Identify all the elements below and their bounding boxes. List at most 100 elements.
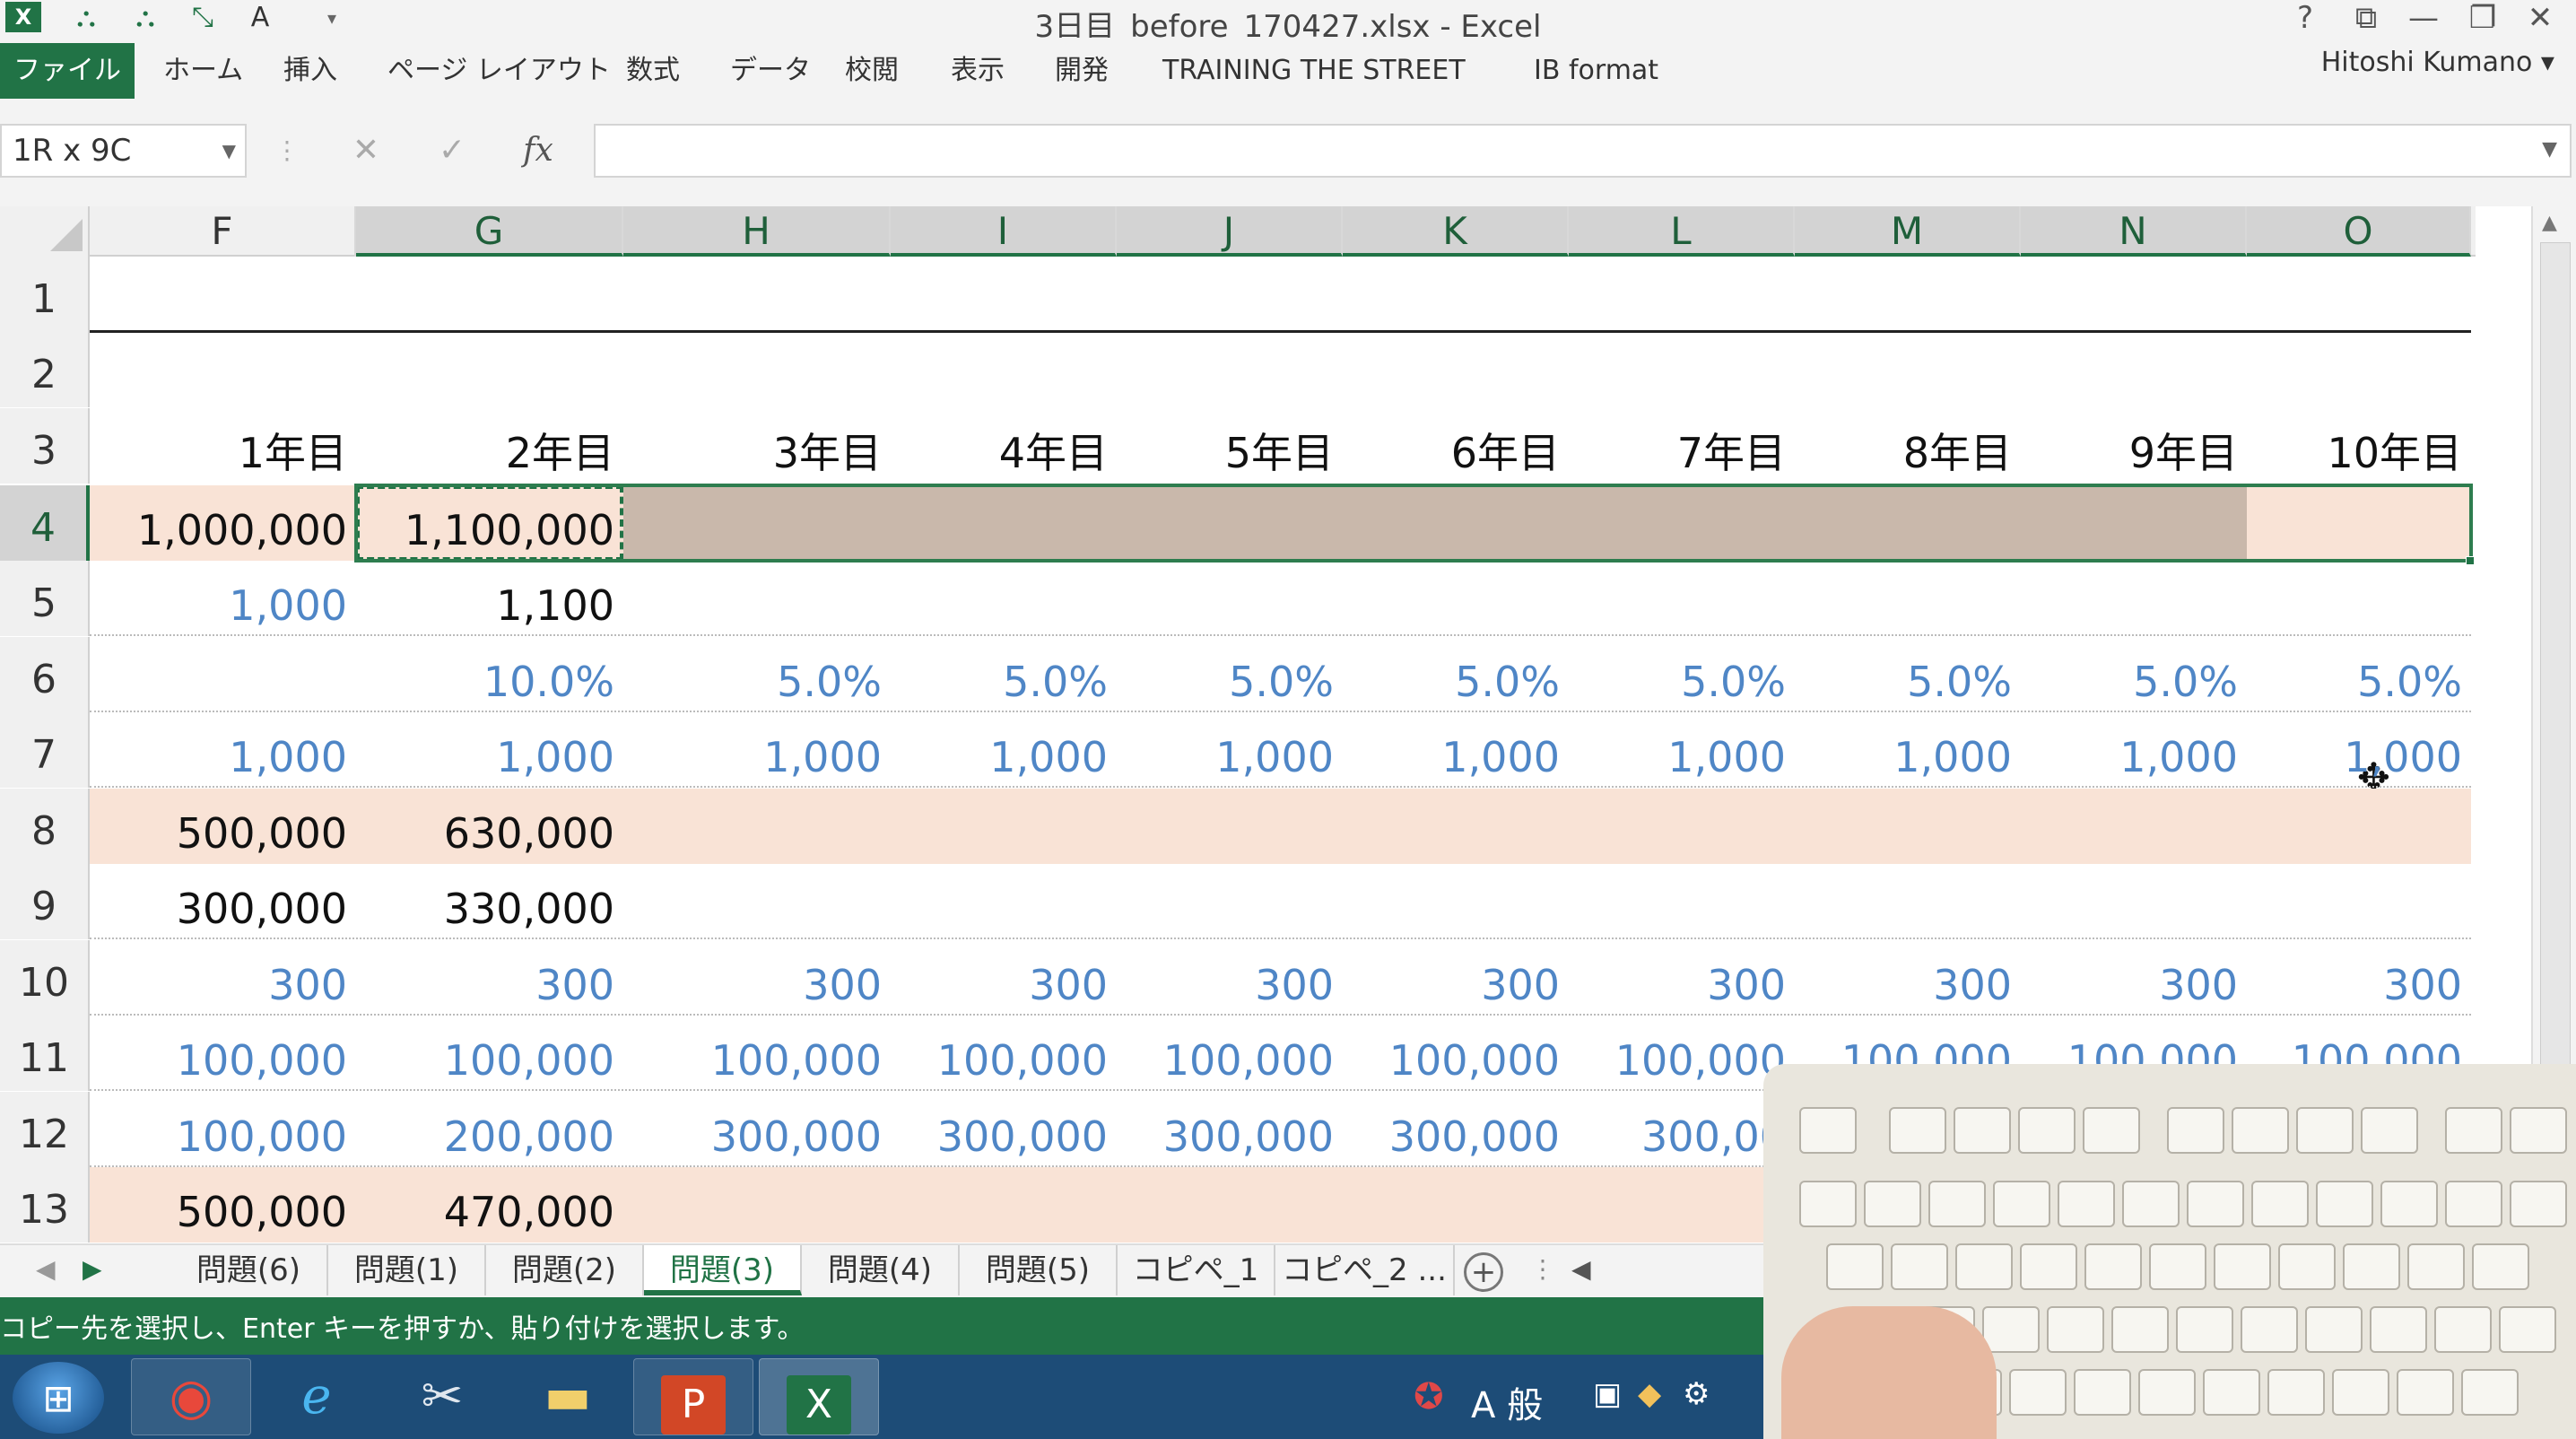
tray-settings-icon[interactable]: ⚙ — [1683, 1376, 1710, 1412]
cell-M7[interactable]: 1,000 — [1795, 712, 2012, 788]
cell-J12[interactable]: 300,000 — [1117, 1092, 1334, 1167]
taskbar-excel[interactable]: X — [759, 1358, 879, 1435]
name-box[interactable]: 1R x 9C ▼ — [0, 124, 247, 178]
cell-M6[interactable]: 5.0% — [1795, 637, 2012, 712]
column-header-f[interactable]: F — [90, 206, 356, 257]
column-header-k[interactable]: K — [1343, 206, 1569, 257]
cell-G3[interactable]: 2年目 — [356, 408, 614, 484]
row-header-12[interactable]: 12 — [0, 1092, 90, 1167]
cell-F8[interactable]: 500,000 — [90, 789, 347, 864]
cell-I12[interactable]: 300,000 — [891, 1092, 1108, 1167]
sheet-tab-active[interactable]: 問題(3) — [644, 1245, 802, 1295]
tab-ib-format[interactable]: IB format — [1534, 43, 1658, 99]
cell-G8[interactable]: 630,000 — [356, 789, 614, 864]
taskbar-chrome[interactable]: ◉ — [131, 1358, 251, 1435]
sheet-tab[interactable]: 問題(2) — [486, 1245, 644, 1295]
row-header-6[interactable]: 6 — [0, 637, 90, 712]
row-header-7[interactable]: 7 — [0, 712, 90, 788]
cell-F4[interactable]: 1,000,000 — [90, 485, 347, 561]
sheet-tab[interactable]: コピペ_1 — [1118, 1245, 1275, 1295]
tab-file[interactable]: ファイル — [0, 43, 135, 99]
expand-formula-bar-icon[interactable]: ▼ — [2542, 138, 2557, 161]
row-header-11[interactable]: 11 — [0, 1016, 90, 1091]
user-account[interactable]: Hitoshi Kumano ▾ — [2321, 47, 2554, 78]
tab-page-layout[interactable]: ページ レイアウト — [387, 43, 611, 99]
enter-icon[interactable]: ✓ — [427, 124, 477, 178]
previous-sheet-icon[interactable]: ◀ — [36, 1254, 56, 1284]
cell-L10[interactable]: 300 — [1569, 940, 1786, 1016]
cell-H11[interactable]: 100,000 — [623, 1016, 882, 1091]
cell-J3[interactable]: 5年目 — [1117, 408, 1334, 484]
drag-handle-icon[interactable]: ⋮ — [274, 124, 300, 178]
tab-insert[interactable]: 挿入 — [283, 43, 337, 99]
cell-F9[interactable]: 300,000 — [90, 864, 347, 939]
sheet-tab[interactable]: 問題(6) — [170, 1245, 328, 1295]
cell-L6[interactable]: 5.0% — [1569, 637, 1786, 712]
insert-function-icon[interactable]: fx — [513, 124, 563, 178]
cell-K6[interactable]: 5.0% — [1343, 637, 1560, 712]
row-header-1[interactable]: 1 — [0, 257, 90, 332]
tab-data[interactable]: データ — [730, 43, 811, 99]
tray-app-icon[interactable]: ✪ — [1414, 1376, 1444, 1417]
add-sheet-icon[interactable]: + — [1464, 1252, 1503, 1292]
cell-K7[interactable]: 1,000 — [1343, 712, 1560, 788]
column-header-l[interactable]: L — [1569, 206, 1795, 257]
close-button[interactable]: ✕ — [2513, 0, 2567, 36]
cell-G12[interactable]: 200,000 — [356, 1092, 614, 1167]
help-button[interactable]: ? — [2278, 0, 2332, 36]
scroll-left-icon[interactable]: ◀ — [1571, 1254, 1591, 1284]
cell-H6[interactable]: 5.0% — [623, 637, 882, 712]
sheet-tab[interactable]: 問題(4) — [802, 1245, 960, 1295]
cell-O3[interactable]: 10年目 — [2247, 408, 2462, 484]
tab-training-the-street[interactable]: TRAINING THE STREET — [1162, 43, 1466, 99]
tab-formulas[interactable]: 数式 — [626, 43, 680, 99]
cell-G13[interactable]: 470,000 — [356, 1167, 614, 1243]
cell-G7[interactable]: 1,000 — [356, 712, 614, 788]
tab-review[interactable]: 校閲 — [845, 43, 899, 99]
cell-F13[interactable]: 500,000 — [90, 1167, 347, 1243]
column-header-n[interactable]: N — [2021, 206, 2247, 257]
ribbon-display-options-icon[interactable]: ⧉ — [2339, 0, 2393, 36]
cell-G6[interactable]: 10.0% — [356, 637, 614, 712]
formula-input[interactable]: ▼ — [594, 124, 2572, 178]
cell-F3[interactable]: 1年目 — [90, 408, 347, 484]
taskbar-snipping-tool[interactable]: ✂ — [382, 1358, 502, 1435]
tab-view[interactable]: 表示 — [951, 43, 1005, 99]
column-header-o[interactable]: O — [2247, 206, 2471, 257]
cell-L11[interactable]: 100,000 — [1569, 1016, 1786, 1091]
cell-M10[interactable]: 300 — [1795, 940, 2012, 1016]
cell-F11[interactable]: 100,000 — [90, 1016, 347, 1091]
cell-K3[interactable]: 6年目 — [1343, 408, 1560, 484]
cell-I6[interactable]: 5.0% — [891, 637, 1108, 712]
sheet-tab[interactable]: 問題(1) — [328, 1245, 486, 1295]
ime-indicator[interactable]: A 般 — [1471, 1376, 1543, 1428]
cell-L7[interactable]: 1,000 — [1569, 712, 1786, 788]
cell-G11[interactable]: 100,000 — [356, 1016, 614, 1091]
cell-J10[interactable]: 300 — [1117, 940, 1334, 1016]
column-header-g[interactable]: G — [356, 206, 623, 257]
taskbar-internet-explorer[interactable]: e — [257, 1358, 377, 1435]
scrollbar-thumb[interactable] — [2540, 242, 2571, 1077]
cell-K11[interactable]: 100,000 — [1343, 1016, 1560, 1091]
cell-H7[interactable]: 1,000 — [623, 712, 882, 788]
cell-O6[interactable]: 5.0% — [2247, 637, 2462, 712]
cell-G10[interactable]: 300 — [356, 940, 614, 1016]
sheet-tab[interactable]: コピペ_2 ... — [1275, 1245, 1455, 1295]
column-header-j[interactable]: J — [1117, 206, 1343, 257]
cell-H3[interactable]: 3年目 — [623, 408, 882, 484]
scroll-up-icon[interactable]: ▲ — [2542, 212, 2557, 234]
cell-F5[interactable]: 1,000 — [90, 561, 347, 636]
select-all-button[interactable] — [0, 206, 90, 257]
taskbar-file-explorer[interactable]: ▬ — [508, 1358, 628, 1435]
next-sheet-icon[interactable]: ▶ — [83, 1254, 102, 1284]
cell-J7[interactable]: 1,000 — [1117, 712, 1334, 788]
restore-button[interactable]: ❐ — [2456, 0, 2510, 36]
cell-F12[interactable]: 100,000 — [90, 1092, 347, 1167]
cell-O10[interactable]: 300 — [2247, 940, 2462, 1016]
cell-F7[interactable]: 1,000 — [90, 712, 347, 788]
taskbar-powerpoint[interactable]: P — [633, 1358, 753, 1435]
row-header-2[interactable]: 2 — [0, 332, 90, 407]
cell-H10[interactable]: 300 — [623, 940, 882, 1016]
row-header-3[interactable]: 3 — [0, 408, 90, 484]
row-header-13[interactable]: 13 — [0, 1167, 90, 1243]
